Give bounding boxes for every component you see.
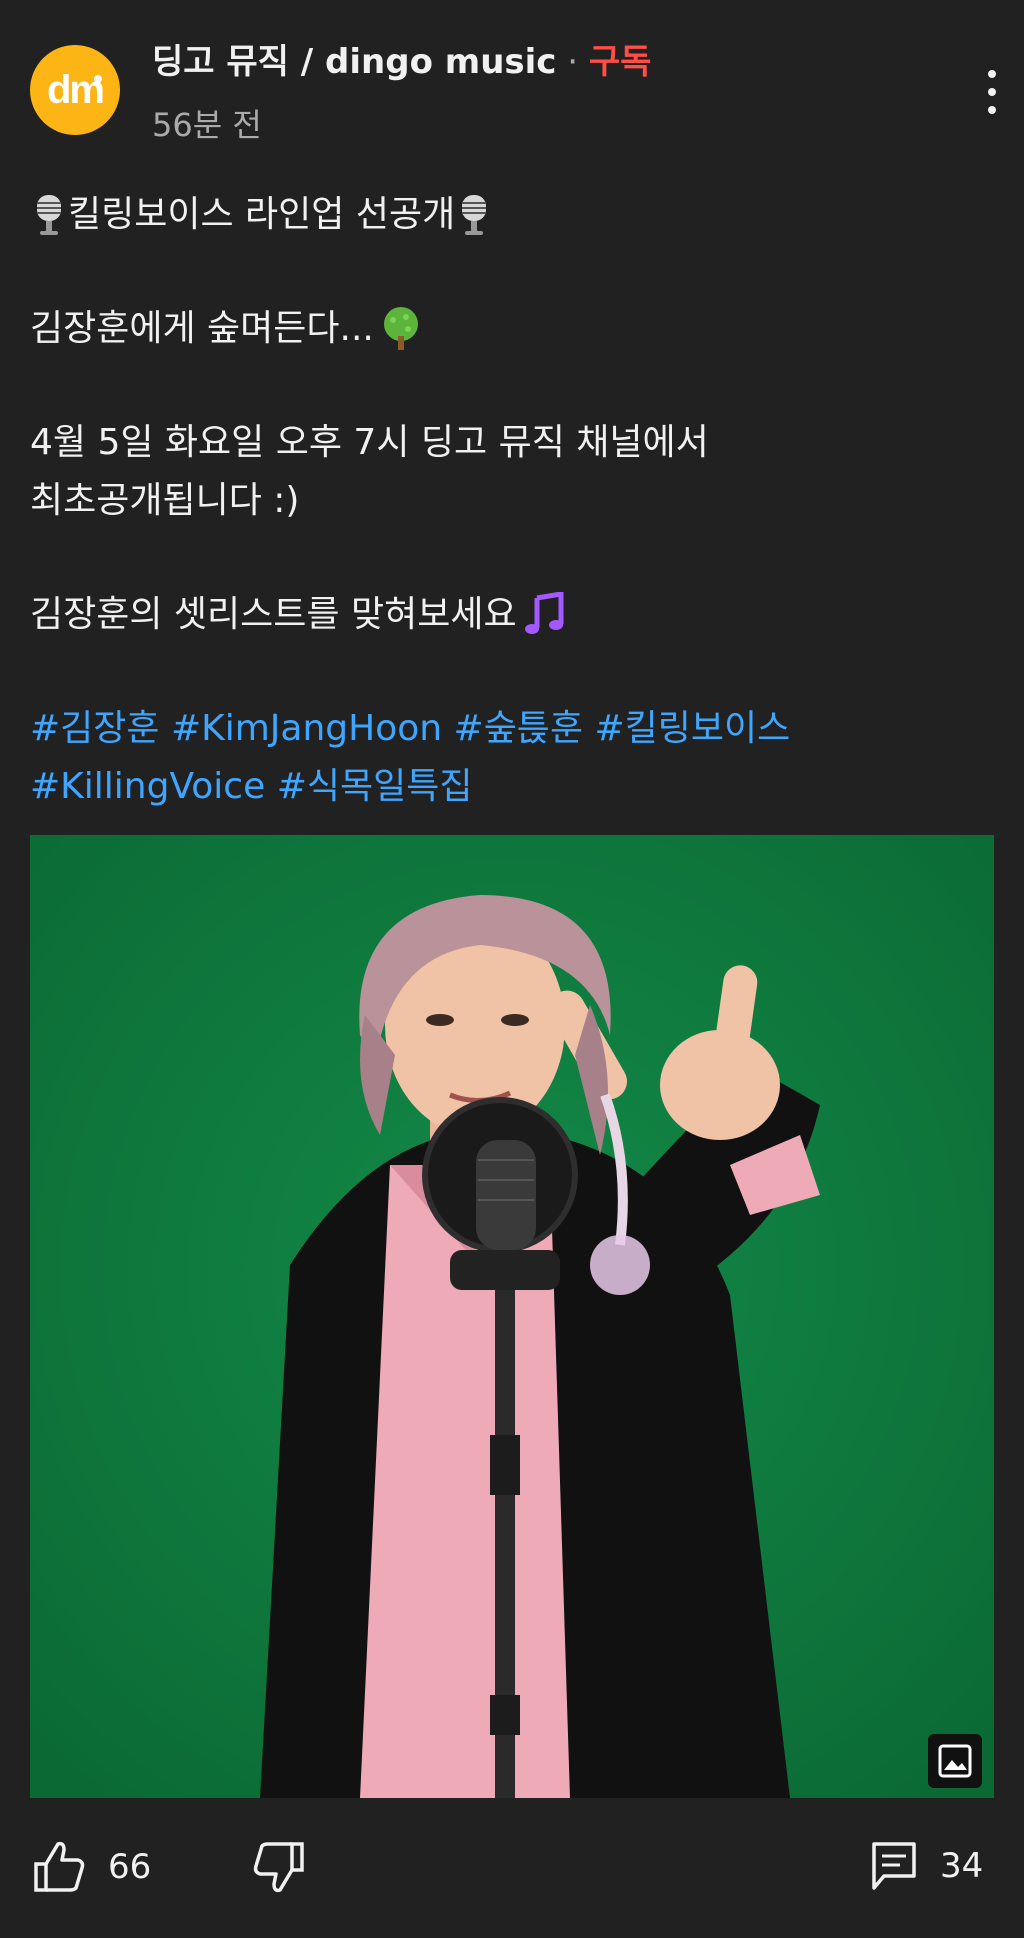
tree-icon: [383, 307, 418, 350]
comment-icon[interactable]: [870, 1840, 918, 1892]
more-vert-icon[interactable]: [980, 70, 1004, 114]
thumbs-up-icon[interactable]: [32, 1840, 86, 1894]
singer-illustration: [30, 835, 994, 1798]
like-count: 66: [108, 1847, 152, 1887]
post-body: 킬링보이스 라인업 선공개 김장훈에게 숲며든다... 4월 5일 화요일 오후…: [30, 186, 990, 816]
comment-action[interactable]: 34: [870, 1840, 983, 1892]
post-title: 킬링보이스 라인업 선공개: [68, 194, 456, 235]
separator-dot: ·: [567, 42, 579, 82]
hashtags[interactable]: #KillingVoice #식목일특집: [30, 758, 472, 816]
channel-name[interactable]: 딩고 뮤직 / dingo music: [152, 42, 556, 82]
comment-count: 34: [940, 1846, 984, 1886]
avatar-logo-text: dm: [47, 67, 105, 112]
menu-dot: [988, 70, 996, 78]
hashtag-line[interactable]: #김장훈 #KimJangHoon #숲튽훈 #킬링보이스: [30, 700, 990, 758]
post-text: 최초공개됩니다 :): [30, 480, 300, 521]
avatar-logo-dot: [94, 75, 102, 83]
post-image[interactable]: [30, 835, 994, 1798]
post-line: 킬링보이스 라인업 선공개: [30, 186, 990, 244]
image-icon[interactable]: [928, 1734, 982, 1788]
like-action[interactable]: 66: [32, 1840, 151, 1894]
post-line: 4월 5일 화요일 오후 7시 딩고 뮤직 채널에서: [30, 414, 990, 472]
post-line: 김장훈에게 숲며든다...: [30, 300, 990, 358]
microphone-icon: [462, 195, 487, 235]
image-icon-glyph: [938, 1744, 972, 1778]
music-note-icon: [524, 592, 564, 634]
post-line: 김장훈의 셋리스트를 맞혀보세요: [30, 586, 990, 644]
post-text: 김장훈에게 숲며든다...: [30, 308, 374, 349]
post-text: 김장훈의 셋리스트를 맞혀보세요: [30, 594, 517, 635]
action-bar: 66 34: [0, 1840, 1024, 1920]
post-text: 4월 5일 화요일 오후 7시 딩고 뮤직 채널에서: [30, 422, 709, 463]
post-line: 최초공개됩니다 :): [30, 472, 990, 530]
channel-avatar[interactable]: dm: [30, 45, 120, 135]
menu-dot: [988, 106, 996, 114]
channel-header: 딩고 뮤직 / dingo music · 구독: [152, 40, 651, 84]
dislike-action[interactable]: [252, 1840, 306, 1894]
thumbs-down-icon[interactable]: [252, 1840, 306, 1894]
hashtags[interactable]: #김장훈 #KimJangHoon #숲튽훈 #킬링보이스: [30, 700, 790, 758]
microphone-icon: [37, 195, 61, 235]
hashtag-line[interactable]: #KillingVoice #식목일특집: [30, 758, 990, 816]
subscribe-button[interactable]: 구독: [589, 42, 652, 82]
post-time: 56분 전: [152, 106, 262, 144]
menu-dot: [988, 88, 996, 96]
